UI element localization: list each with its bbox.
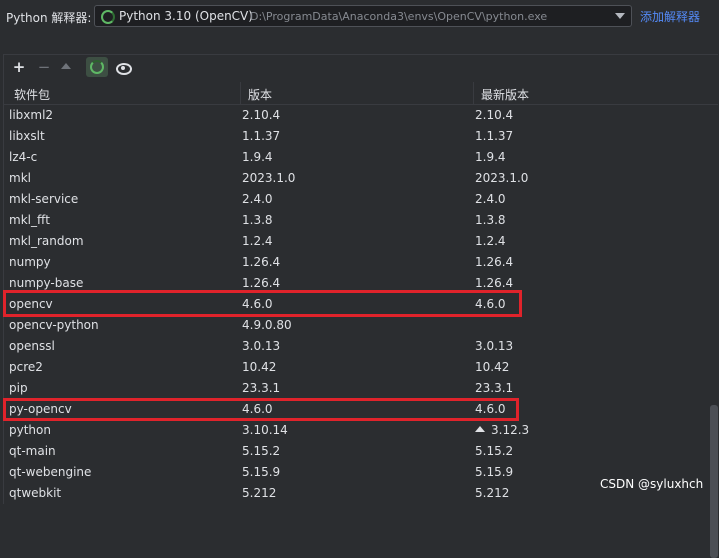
interpreter-label: Python 解释器:: [6, 11, 92, 25]
add-package-button[interactable]: +: [10, 58, 28, 77]
column-header-latest[interactable]: 最新版本: [481, 86, 529, 103]
interpreter-path: D:\ProgramData\Anaconda3\envs\OpenCV\pyt…: [250, 10, 548, 23]
latest-version-cell: 3.0.13: [475, 339, 514, 353]
package-name-cell: mkl-service: [9, 192, 79, 206]
table-row[interactable]: lz4-c 1.9.4 1.9.4: [4, 147, 710, 168]
package-name-cell: mkl: [9, 171, 31, 185]
package-name-cell: libxml2: [9, 108, 54, 122]
package-name-cell: pip: [9, 381, 28, 395]
table-row[interactable]: pip 23.3.1 23.3.1: [4, 378, 710, 399]
table-header: 软件包 版本 最新版本: [4, 82, 718, 105]
table-row[interactable]: mkl 2023.1.0 2023.1.0: [4, 168, 710, 189]
add-interpreter-link[interactable]: 添加解释器: [640, 8, 700, 25]
latest-version-cell: 2023.1.0: [475, 171, 529, 185]
packages-panel: + − 软件包 版本 最新版本 libxml2 2.10.4 2.10.4 libxs…: [3, 54, 718, 558]
latest-version-cell: 2.4.0: [475, 192, 506, 206]
latest-version-cell: 1.1.37: [475, 129, 514, 143]
interpreter-select[interactable]: Python 3.10 (OpenCV) D:\ProgramData\Anac…: [94, 5, 632, 27]
version-cell: 1.1.37: [242, 129, 281, 143]
table-row[interactable]: libxslt 1.1.37 1.1.37: [4, 126, 710, 147]
show-early-releases-button[interactable]: [114, 58, 132, 77]
latest-version-cell: 5.15.2: [475, 444, 514, 458]
table-row[interactable]: mkl_fft 1.3.8 1.3.8: [4, 210, 710, 231]
latest-version-cell: 23.3.1: [475, 381, 514, 395]
package-name-cell: python: [9, 423, 51, 437]
package-name-cell: mkl_fft: [9, 213, 50, 227]
highlight-box-opencv: [3, 290, 522, 317]
latest-version-text: 3.12.3: [491, 423, 530, 437]
package-name-cell: qt-main: [9, 444, 56, 458]
table-row[interactable]: numpy 1.26.4 1.26.4: [4, 252, 710, 273]
version-cell: 5.15.9: [242, 465, 281, 479]
interpreter-name: Python 3.10 (OpenCV): [119, 9, 253, 23]
remove-package-button[interactable]: −: [35, 58, 53, 77]
version-cell: 4.9.0.80: [242, 318, 292, 332]
highlight-box-py-opencv: [3, 398, 519, 421]
version-cell: 23.3.1: [242, 381, 281, 395]
package-name-cell: qtwebkit: [9, 486, 62, 500]
version-cell: 1.3.8: [242, 213, 273, 227]
version-cell: 1.2.4: [242, 234, 273, 248]
latest-version-cell: 3.12.3: [475, 420, 529, 441]
latest-version-cell: 5.212: [475, 486, 510, 500]
column-header-version[interactable]: 版本: [248, 86, 272, 103]
column-header-package[interactable]: 软件包: [14, 86, 50, 103]
package-name-cell: opencv-python: [9, 318, 99, 332]
latest-version-cell: 1.9.4: [475, 150, 506, 164]
table-row[interactable]: pcre2 10.42 10.42: [4, 357, 710, 378]
table-row[interactable]: mkl-service 2.4.0 2.4.0: [4, 189, 710, 210]
version-cell: 3.0.13: [242, 339, 281, 353]
watermark: CSDN @syluxhch: [600, 477, 704, 491]
version-cell: 10.42: [242, 360, 277, 374]
table-row[interactable]: libxml2 2.10.4 2.10.4: [4, 105, 710, 126]
table-row[interactable]: mkl_random 1.2.4 1.2.4: [4, 231, 710, 252]
version-cell: 1.9.4: [242, 150, 273, 164]
python-env-icon: [101, 10, 115, 24]
table-row[interactable]: opencv-python 4.9.0.80: [4, 315, 710, 336]
version-cell: 2.10.4: [242, 108, 281, 122]
package-name-cell: mkl_random: [9, 234, 84, 248]
latest-version-cell: 1.26.4: [475, 255, 514, 269]
version-cell: 3.10.14: [242, 423, 288, 437]
refresh-icon: [90, 60, 104, 74]
table-row[interactable]: qt-main 5.15.2 5.15.2: [4, 441, 710, 462]
version-cell: 1.26.4: [242, 255, 281, 269]
version-cell: 5.15.2: [242, 444, 281, 458]
refresh-button[interactable]: [86, 57, 108, 77]
table-row[interactable]: openssl 3.0.13 3.0.13: [4, 336, 710, 357]
package-name-cell: libxslt: [9, 129, 45, 143]
version-cell: 2023.1.0: [242, 171, 296, 185]
package-name-cell: qt-webengine: [9, 465, 92, 479]
chevron-down-icon[interactable]: [615, 13, 625, 19]
package-name-cell: openssl: [9, 339, 55, 353]
version-cell: 5.212: [242, 486, 277, 500]
version-cell: 2.4.0: [242, 192, 273, 206]
column-divider[interactable]: [473, 82, 474, 104]
package-name-cell: pcre2: [9, 360, 43, 374]
interpreter-bar: Python 解释器: Python 3.10 (OpenCV) D:\Prog…: [0, 0, 719, 33]
latest-version-cell: 10.42: [475, 360, 510, 374]
column-divider[interactable]: [240, 82, 241, 104]
vertical-scrollbar[interactable]: [710, 405, 718, 558]
latest-version-cell: 5.15.9: [475, 465, 514, 479]
table-row[interactable]: python 3.10.14 3.12.3: [4, 420, 710, 441]
latest-version-cell: 2.10.4: [475, 108, 514, 122]
package-name-cell: lz4-c: [9, 150, 38, 164]
package-name-cell: numpy: [9, 255, 51, 269]
latest-version-cell: 1.3.8: [475, 213, 506, 227]
latest-version-cell: 1.2.4: [475, 234, 506, 248]
upgrade-available-icon: [475, 426, 485, 432]
packages-toolbar: + −: [4, 55, 718, 81]
upgrade-package-icon[interactable]: [61, 63, 71, 69]
